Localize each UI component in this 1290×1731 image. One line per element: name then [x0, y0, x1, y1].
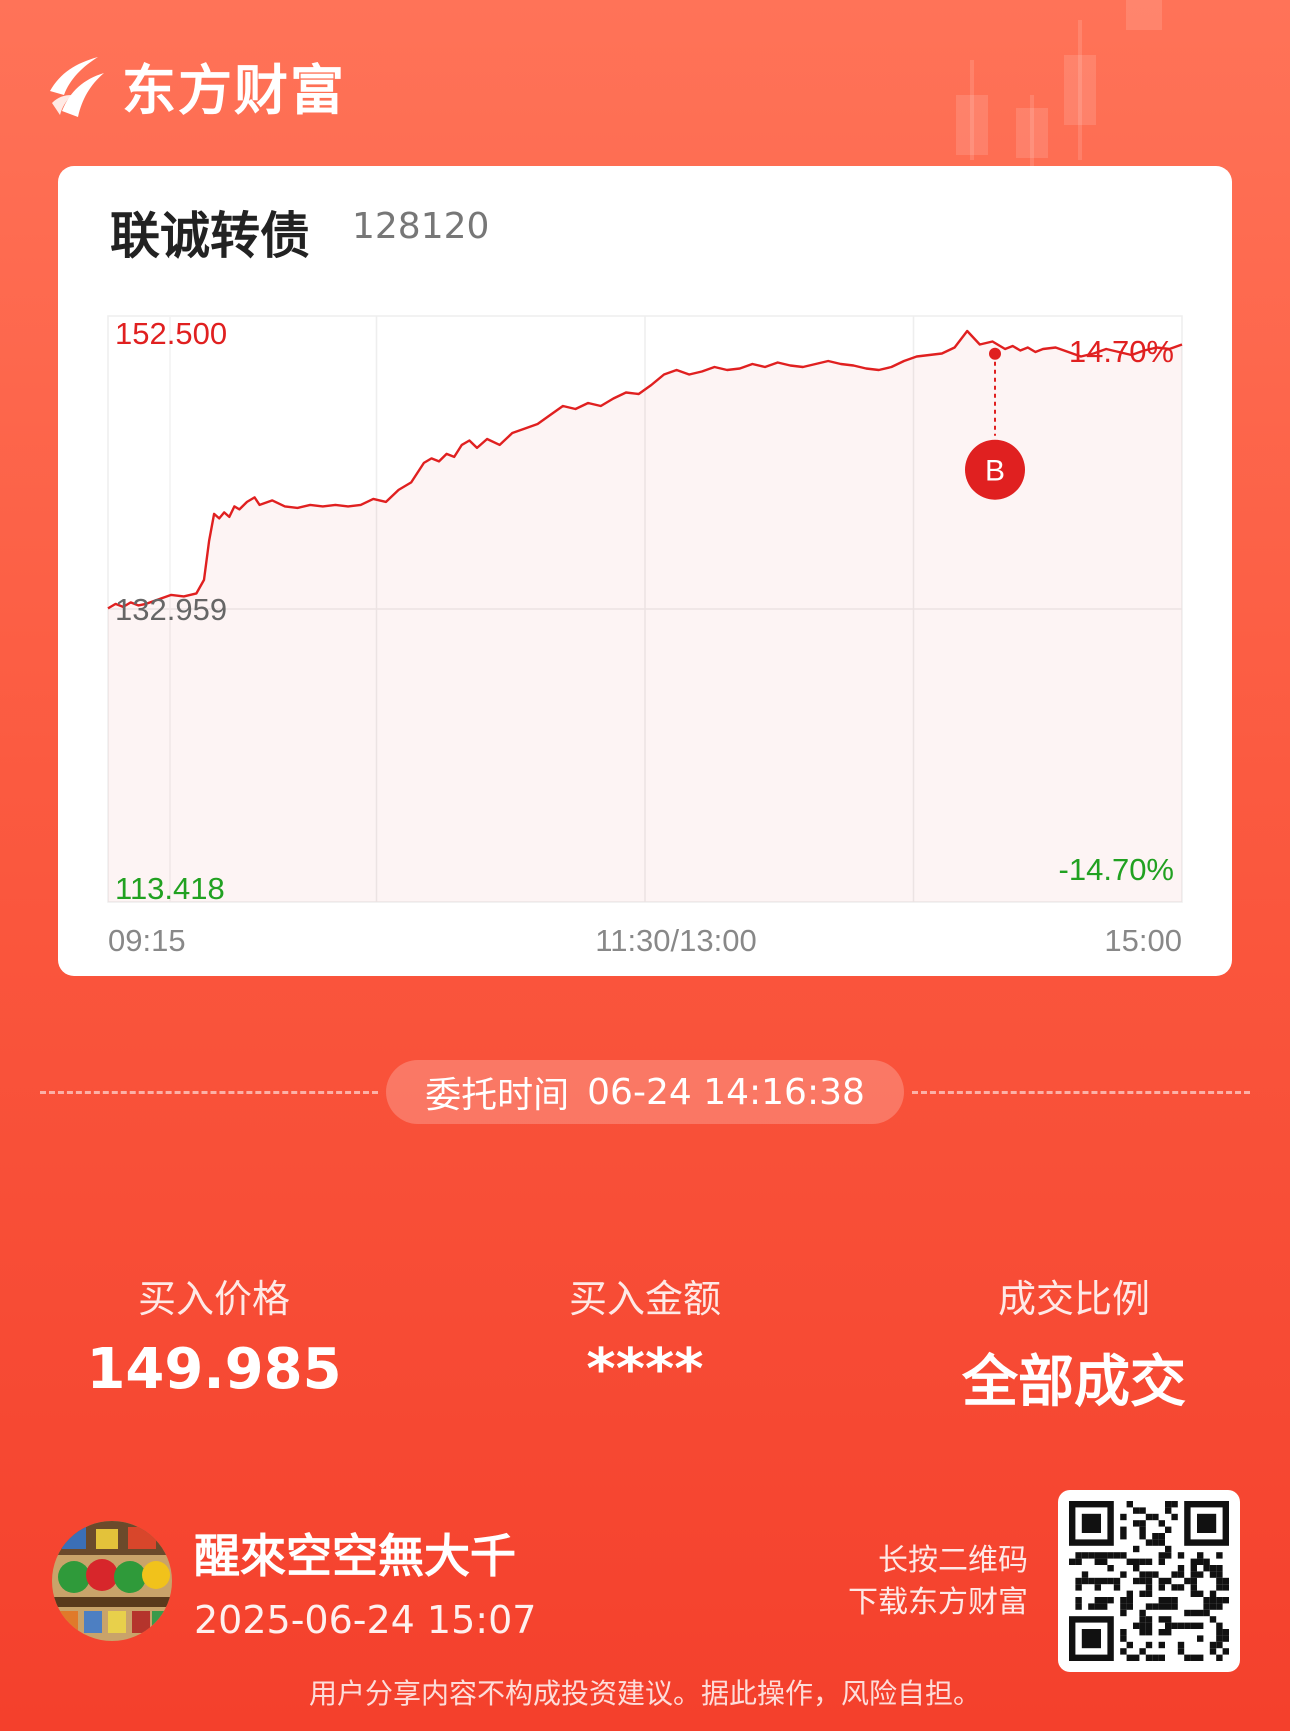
- disclaimer: 用户分享内容不构成投资建议。据此操作，风险自担。: [308, 1677, 981, 1710]
- y-label-mid: 132.959: [115, 592, 227, 627]
- delegate-time-row: 委托时间 06-24 14:16:38: [40, 1060, 1250, 1124]
- delegate-time-value: 06-24 14:16:38: [587, 1071, 865, 1113]
- qr-tip-line1: 长按二维码: [878, 1543, 1028, 1578]
- stat-label: 买入金额: [568, 1277, 721, 1321]
- y-label-top: 152.500: [115, 316, 227, 351]
- buy-marker-label: B: [985, 455, 1005, 488]
- pct-label-top: 14.70%: [1069, 334, 1174, 369]
- delegate-time-pill: 委托时间 06-24 14:16:38: [386, 1060, 904, 1124]
- stat-fill-ratio: 成交比例 全部成交: [894, 1268, 1254, 1418]
- price-area: [108, 331, 1182, 902]
- user-datetime: 2025-06-24 15:07: [194, 1598, 537, 1642]
- stat-label: 成交比例: [997, 1277, 1150, 1321]
- brand-name: 东方财富: [122, 59, 346, 122]
- stat-buy-amount: 买入金额 ****: [465, 1268, 825, 1402]
- avatar-image: [52, 1521, 172, 1641]
- qr-code-icon: [1069, 1501, 1229, 1661]
- intraday-line-chart: B 152.500 132.959 113.418 14.70% -14.70%…: [107, 315, 1183, 958]
- stat-value: 全部成交: [962, 1350, 1186, 1415]
- qr-tip-line2: 下载东方财富: [848, 1585, 1028, 1620]
- divider-right: [912, 1091, 1250, 1094]
- user-name: 醒來空空無大千: [194, 1529, 516, 1583]
- x-tick-mid: 11:30/13:00: [595, 923, 756, 958]
- stat-label: 买入价格: [137, 1277, 290, 1321]
- x-tick-start: 09:15: [108, 923, 186, 958]
- user-info-block: 醒來空空無大千 2025-06-24 15:07: [52, 1520, 536, 1642]
- qr-code[interactable]: [1058, 1490, 1240, 1672]
- brand-logo: 东方财富: [48, 46, 346, 125]
- brand-logo-icon: [50, 56, 104, 117]
- delegate-time-label: 委托时间: [425, 1075, 570, 1116]
- stat-value: 149.985: [86, 1337, 342, 1402]
- avatar[interactable]: [52, 1521, 172, 1641]
- stat-value: ****: [586, 1337, 704, 1402]
- qr-tip: 长按二维码 下载东方财富: [848, 1540, 1028, 1624]
- pct-label-bottom: -14.70%: [1059, 852, 1174, 887]
- x-tick-end: 15:00: [1104, 923, 1182, 958]
- stat-buy-price: 买入价格 149.985: [34, 1268, 394, 1402]
- divider-left: [40, 1091, 378, 1094]
- y-label-bottom: 113.418: [115, 871, 225, 906]
- stock-chart-card: 联诚转债 128120 B 152.500 132.959 113.418 14…: [58, 166, 1232, 976]
